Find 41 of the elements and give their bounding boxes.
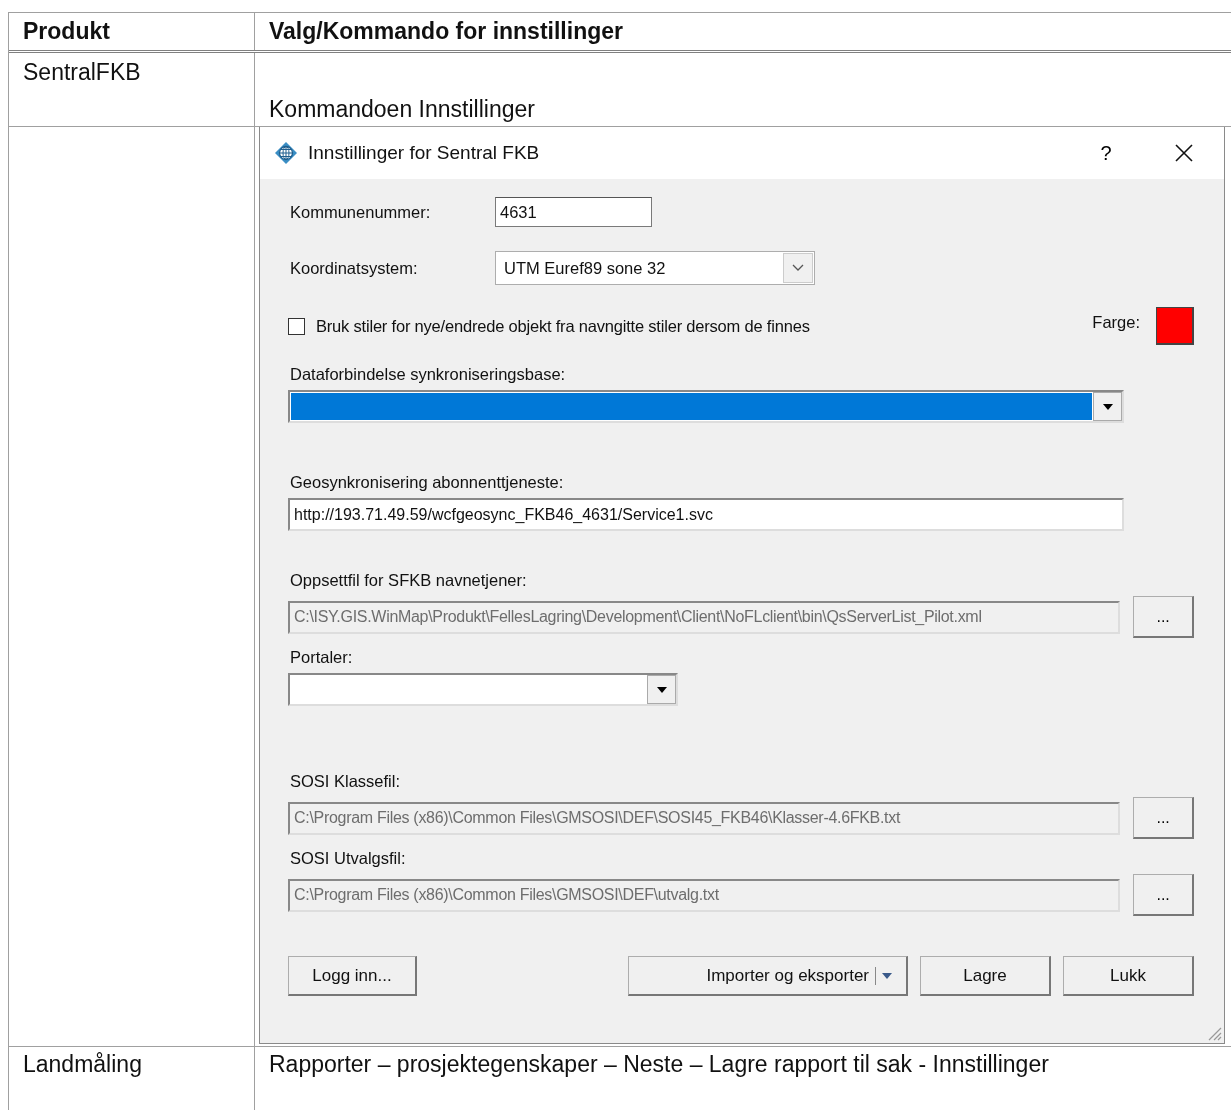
chevron-down-icon bbox=[792, 264, 804, 272]
checkbox-label: Bruk stiler for nye/endrede objekt fra navngitte stiler dersom de finnes bbox=[316, 316, 811, 336]
field-label: SOSI Klassefil: bbox=[289, 772, 402, 791]
input-field[interactable]: C:\Program Files (x86)\Common Files\GMSOSI\DEF\SOSI45_FKB46\Klasser-4.6FKB.txt bbox=[288, 801, 1121, 835]
field-label: Geosynkronisering abonnenttjeneste: bbox=[289, 473, 565, 492]
browse-button[interactable]: ... bbox=[1133, 797, 1194, 839]
color-label: Farge: bbox=[1092, 312, 1140, 332]
split-button[interactable]: Importer og eksporter bbox=[628, 956, 908, 996]
input-field[interactable]: http://193.71.49.59/wcfgeosync_FKB46_4631/Service1.svc bbox=[288, 498, 1124, 531]
color-swatch[interactable] bbox=[1156, 307, 1194, 345]
dropdown[interactable] bbox=[288, 673, 678, 706]
checkbox[interactable] bbox=[288, 317, 305, 335]
window-title: Innstillinger for Sentral FKB bbox=[308, 142, 541, 164]
input-field[interactable]: C:\Program Files (x86)\Common Files\GMSOSI\DEF\utvalg.txt bbox=[288, 878, 1121, 912]
table-cell: SentralFKB bbox=[23, 59, 141, 85]
field-label: Koordinatsystem: bbox=[289, 258, 419, 278]
table-cell: Kommandoen Innstillinger bbox=[269, 96, 535, 123]
login-button[interactable]: Logg inn... bbox=[288, 956, 417, 996]
help-button[interactable]: ? bbox=[1082, 133, 1130, 173]
table-cell: Rapporter – prosjektegenskaper – Neste – Lagre rapport til sak - Innstillinger bbox=[269, 1051, 1049, 1077]
dialog-button[interactable]: Lagre bbox=[920, 956, 1051, 996]
globe-icon bbox=[274, 141, 298, 165]
caret-down-icon bbox=[1102, 403, 1113, 410]
field-label: Dataforbindelse synkroniseringsbase: bbox=[289, 365, 567, 384]
field-label: Portaler: bbox=[289, 648, 354, 667]
table-cell: Landmåling bbox=[23, 1051, 142, 1077]
column-header: Produkt bbox=[23, 18, 110, 45]
dropdown[interactable]: UTM Euref89 sone 32 bbox=[495, 251, 815, 285]
field-label: Oppsettfil for SFKB navnetjener: bbox=[289, 571, 528, 590]
browse-button[interactable]: ... bbox=[1133, 874, 1194, 916]
browse-button[interactable]: ... bbox=[1133, 596, 1194, 638]
caret-down-icon bbox=[882, 972, 892, 979]
dropdown[interactable] bbox=[288, 390, 1124, 423]
input-field[interactable]: 4631 bbox=[495, 197, 652, 227]
dialog-button[interactable]: Lukk bbox=[1063, 956, 1194, 996]
column-header: Valg/Kommando for innstillinger bbox=[269, 18, 623, 45]
close-icon bbox=[1175, 144, 1193, 162]
field-label: Kommunenummer: bbox=[289, 202, 432, 222]
field-label: SOSI Utvalgsfil: bbox=[289, 849, 407, 868]
caret-down-icon bbox=[656, 686, 667, 693]
input-field[interactable]: C:\ISY.GIS.WinMap\Produkt\FellesLagring\Development\Client\NoFLclient\bin\QsServerList_Pilot.xml bbox=[288, 600, 1121, 634]
